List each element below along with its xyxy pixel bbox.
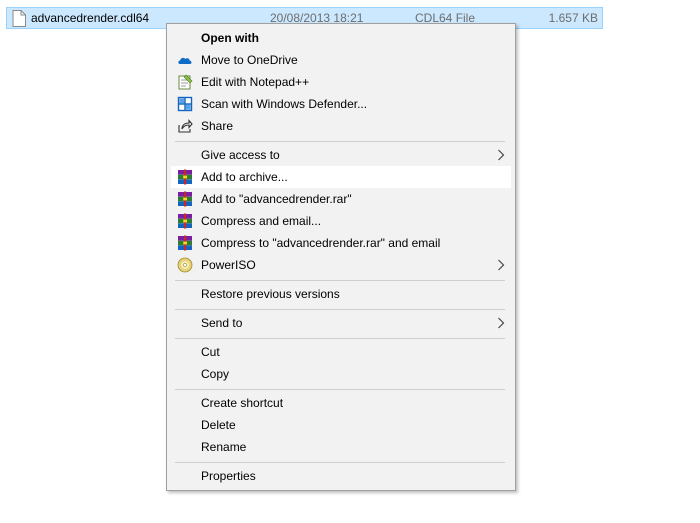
- menu-item-label: Properties: [201, 469, 256, 483]
- menu-item-copy[interactable]: Copy: [171, 363, 511, 385]
- chevron-right-icon: [498, 149, 505, 161]
- winrar-icon: [178, 169, 192, 185]
- menu-item-label: Open with: [201, 31, 259, 45]
- menu-item-create-shortcut[interactable]: Create shortcut: [171, 392, 511, 414]
- menu-item-add-to-rar[interactable]: Add to "advancedrender.rar": [171, 188, 511, 210]
- menu-item-label: Add to "advancedrender.rar": [201, 192, 352, 206]
- winrar-icon: [178, 235, 192, 251]
- document-icon: [12, 10, 26, 27]
- context-menu: Open with Move to OneDrive Edit with Not…: [166, 23, 516, 491]
- menu-item-label: Add to archive...: [201, 170, 288, 184]
- menu-item-label: Create shortcut: [201, 396, 284, 410]
- menu-item-label: Compress to "advancedrender.rar" and ema…: [201, 236, 441, 250]
- menu-item-label: Copy: [201, 367, 230, 381]
- menu-item-scan-windows-defender[interactable]: Scan with Windows Defender...: [171, 93, 511, 115]
- menu-item-label: Delete: [201, 418, 236, 432]
- menu-item-label: Move to OneDrive: [201, 53, 298, 67]
- menu-separator: [175, 141, 505, 142]
- share-icon: [178, 119, 193, 133]
- menu-item-compress-and-email[interactable]: Compress and email...: [171, 210, 511, 232]
- menu-separator: [175, 309, 505, 310]
- menu-item-give-access-to[interactable]: Give access to: [171, 144, 511, 166]
- menu-item-move-to-onedrive[interactable]: Move to OneDrive: [171, 49, 511, 71]
- menu-item-label: Scan with Windows Defender...: [201, 97, 368, 111]
- file-name: advancedrender.cdl64: [31, 11, 150, 25]
- onedrive-icon: [178, 57, 192, 64]
- menu-item-send-to[interactable]: Send to: [171, 312, 511, 334]
- menu-item-label: Rename: [201, 440, 247, 454]
- menu-item-restore-previous-versions[interactable]: Restore previous versions: [171, 283, 511, 305]
- menu-item-label: Compress and email...: [201, 214, 322, 228]
- menu-item-label: Give access to: [201, 148, 280, 162]
- file-size: 1.657 KB: [548, 11, 598, 25]
- menu-item-label: Cut: [201, 345, 220, 359]
- menu-item-label: Send to: [201, 316, 243, 330]
- chevron-right-icon: [498, 259, 505, 271]
- menu-item-compress-to-rar-and-email[interactable]: Compress to "advancedrender.rar" and ema…: [171, 232, 511, 254]
- menu-item-add-to-archive[interactable]: Add to archive...: [171, 166, 511, 188]
- windows-defender-icon: [177, 96, 193, 112]
- winrar-icon: [178, 213, 192, 229]
- winrar-icon: [178, 191, 192, 207]
- menu-item-rename[interactable]: Rename: [171, 436, 511, 458]
- menu-separator: [175, 462, 505, 463]
- menu-item-label: Share: [201, 119, 234, 133]
- menu-separator: [175, 338, 505, 339]
- menu-item-properties[interactable]: Properties: [171, 465, 511, 487]
- menu-item-share[interactable]: Share: [171, 115, 511, 137]
- menu-separator: [175, 389, 505, 390]
- menu-item-open-with[interactable]: Open with: [171, 27, 511, 49]
- menu-item-label: Edit with Notepad++: [201, 75, 310, 89]
- chevron-right-icon: [498, 317, 505, 329]
- menu-item-label: Restore previous versions: [201, 287, 340, 301]
- menu-item-delete[interactable]: Delete: [171, 414, 511, 436]
- poweriso-icon: [177, 257, 193, 273]
- menu-item-cut[interactable]: Cut: [171, 341, 511, 363]
- menu-item-edit-with-notepad[interactable]: Edit with Notepad++: [171, 71, 511, 93]
- notepad-plus-plus-icon: [178, 74, 193, 90]
- menu-item-label: PowerISO: [201, 258, 256, 272]
- menu-item-poweriso[interactable]: PowerISO: [171, 254, 511, 276]
- menu-separator: [175, 280, 505, 281]
